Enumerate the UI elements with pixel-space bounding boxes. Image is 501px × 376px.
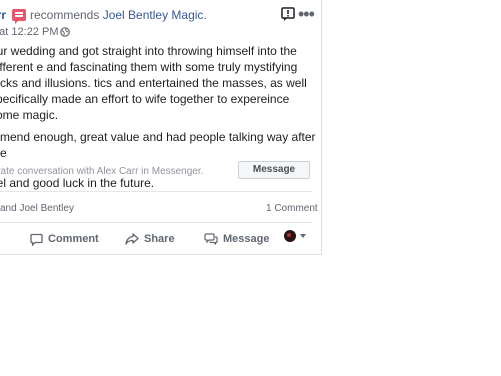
post-paragraph: our wedding and got straight into throwi… <box>0 44 307 122</box>
divider <box>0 222 312 223</box>
message-label: Message <box>223 233 270 245</box>
comment-button[interactable]: Comment <box>30 232 99 246</box>
page-name-link[interactable]: Joel Bentley Magic. <box>103 8 207 22</box>
post-card: arr recommends Joel Bentley Magic. 2 at … <box>0 0 322 255</box>
post-paragraph: mmend enough, great value and had people… <box>0 130 316 160</box>
divider <box>0 191 312 192</box>
avatar <box>284 230 296 242</box>
post-author[interactable]: arr <box>0 8 6 22</box>
caret-down-icon <box>300 234 306 238</box>
share-icon <box>125 233 139 245</box>
message-button[interactable]: Message <box>238 161 310 179</box>
post-recommendation: recommends Joel Bentley Magic. <box>30 8 207 22</box>
likes-summary[interactable]: is and Joel Bentley <box>0 203 74 214</box>
more-options-icon[interactable]: ••• <box>298 5 315 23</box>
globe-icon <box>60 27 70 37</box>
recommends-label: recommends <box>30 8 100 22</box>
comment-label: Comment <box>48 233 99 245</box>
report-icon[interactable] <box>281 7 295 22</box>
share-button[interactable]: Share <box>125 232 175 246</box>
comments-count[interactable]: 1 Comment <box>266 203 318 214</box>
private-conversation-note: rivate conversation with Alex Carr in Me… <box>0 166 204 177</box>
recommend-icon <box>12 9 26 24</box>
send-message-button[interactable]: Message <box>204 232 269 246</box>
messenger-icon <box>204 233 218 245</box>
post-timestamp[interactable]: 2 at 12:22 PM <box>0 26 59 38</box>
share-label: Share <box>144 233 175 245</box>
post-as-selector[interactable] <box>284 230 306 242</box>
comment-icon <box>30 233 43 246</box>
